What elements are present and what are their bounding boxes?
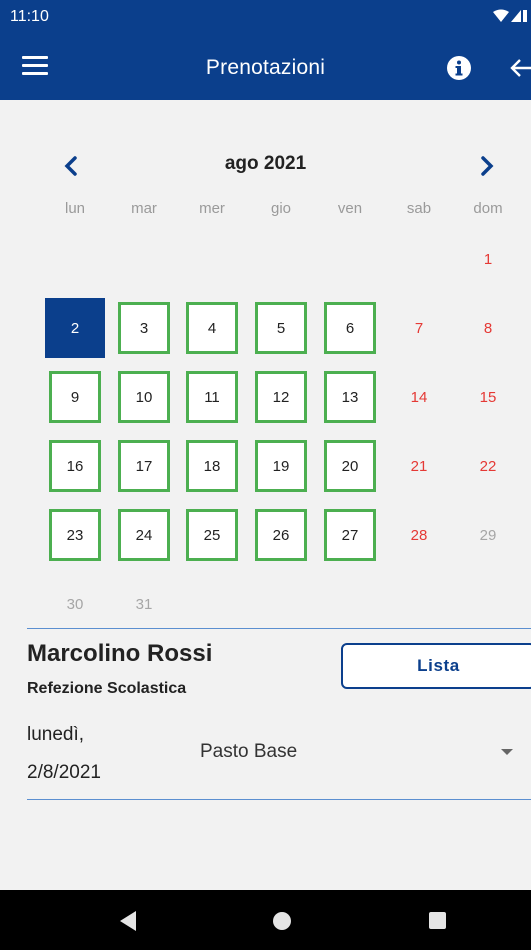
weekday-label: mer — [199, 200, 225, 217]
calendar-day-10[interactable]: 10 — [118, 371, 170, 423]
calendar-day-26[interactable]: 26 — [255, 509, 307, 561]
calendar-day-18[interactable]: 18 — [186, 440, 238, 492]
calendar-day-22: 22 — [479, 457, 497, 475]
weekday-label: gio — [270, 200, 292, 217]
calendar-day-28: 28 — [410, 526, 428, 544]
status-time: 11:10 — [10, 8, 49, 25]
calendar-day-20[interactable]: 20 — [324, 440, 376, 492]
meal-select-value: Pasto Base — [200, 741, 298, 762]
calendar-day-14: 14 — [410, 388, 428, 406]
person-name: Marcolino Rossi — [27, 640, 213, 667]
calendar-day-4[interactable]: 4 — [186, 302, 238, 354]
calendar-day-15: 15 — [479, 388, 497, 406]
app-bar: Prenotazioni — [0, 36, 531, 100]
weekday-label: lun — [64, 200, 86, 217]
weekday-label: mar — [131, 200, 157, 217]
calendar-day-1: 1 — [483, 250, 493, 268]
calendar-day-8: 8 — [483, 319, 493, 337]
calendar-day-29: 29 — [479, 526, 497, 544]
status-icons — [493, 9, 527, 22]
calendar-header: ago 2021 — [0, 150, 531, 180]
calendar-day-13[interactable]: 13 — [324, 371, 376, 423]
calendar-day-31: 31 — [135, 595, 153, 613]
arrow-left-icon[interactable] — [508, 55, 531, 81]
calendar-day-2[interactable]: 2 — [49, 302, 101, 354]
month-label: ago 2021 — [224, 153, 307, 174]
calendar-day-25[interactable]: 25 — [186, 509, 238, 561]
calendar-day-21: 21 — [410, 457, 428, 475]
meal-select[interactable]: Pasto Base — [200, 735, 520, 771]
system-nav-bar — [0, 890, 531, 950]
calendar-day-16[interactable]: 16 — [49, 440, 101, 492]
calendar-day-3[interactable]: 3 — [118, 302, 170, 354]
weekday-label: ven — [337, 200, 363, 217]
calendar-day-24[interactable]: 24 — [118, 509, 170, 561]
lista-button[interactable]: Lista — [341, 643, 531, 689]
calendar-day-7: 7 — [414, 319, 424, 337]
calendar-day-11[interactable]: 11 — [186, 371, 238, 423]
dropdown-arrow-icon — [501, 749, 513, 755]
weekday-label: dom — [473, 200, 503, 217]
booking-date: 2/8/2021 — [27, 762, 101, 783]
calendar-day-5[interactable]: 5 — [255, 302, 307, 354]
wifi-icon — [493, 9, 509, 22]
booking-weekday: lunedì, — [27, 724, 85, 745]
calendar-day-30: 30 — [66, 595, 84, 613]
calendar-day-23[interactable]: 23 — [49, 509, 101, 561]
calendar-day-12[interactable]: 12 — [255, 371, 307, 423]
divider — [27, 628, 531, 629]
divider — [27, 799, 531, 800]
chevron-right-icon[interactable] — [478, 156, 496, 176]
calendar-day-9[interactable]: 9 — [49, 371, 101, 423]
service-name: Refezione Scolastica — [27, 680, 187, 697]
weekday-label: sab — [406, 200, 432, 217]
info-icon[interactable] — [446, 55, 472, 81]
nav-back-icon[interactable] — [118, 910, 138, 932]
calendar-day-19[interactable]: 19 — [255, 440, 307, 492]
signal-icon — [511, 10, 521, 22]
battery-icon — [523, 10, 527, 22]
calendar-day-6[interactable]: 6 — [324, 302, 376, 354]
status-bar: 11:10 — [0, 0, 531, 36]
calendar-day-27[interactable]: 27 — [324, 509, 376, 561]
calendar-day-17[interactable]: 17 — [118, 440, 170, 492]
nav-home-icon[interactable] — [273, 912, 291, 930]
nav-recents-icon[interactable] — [429, 912, 446, 929]
